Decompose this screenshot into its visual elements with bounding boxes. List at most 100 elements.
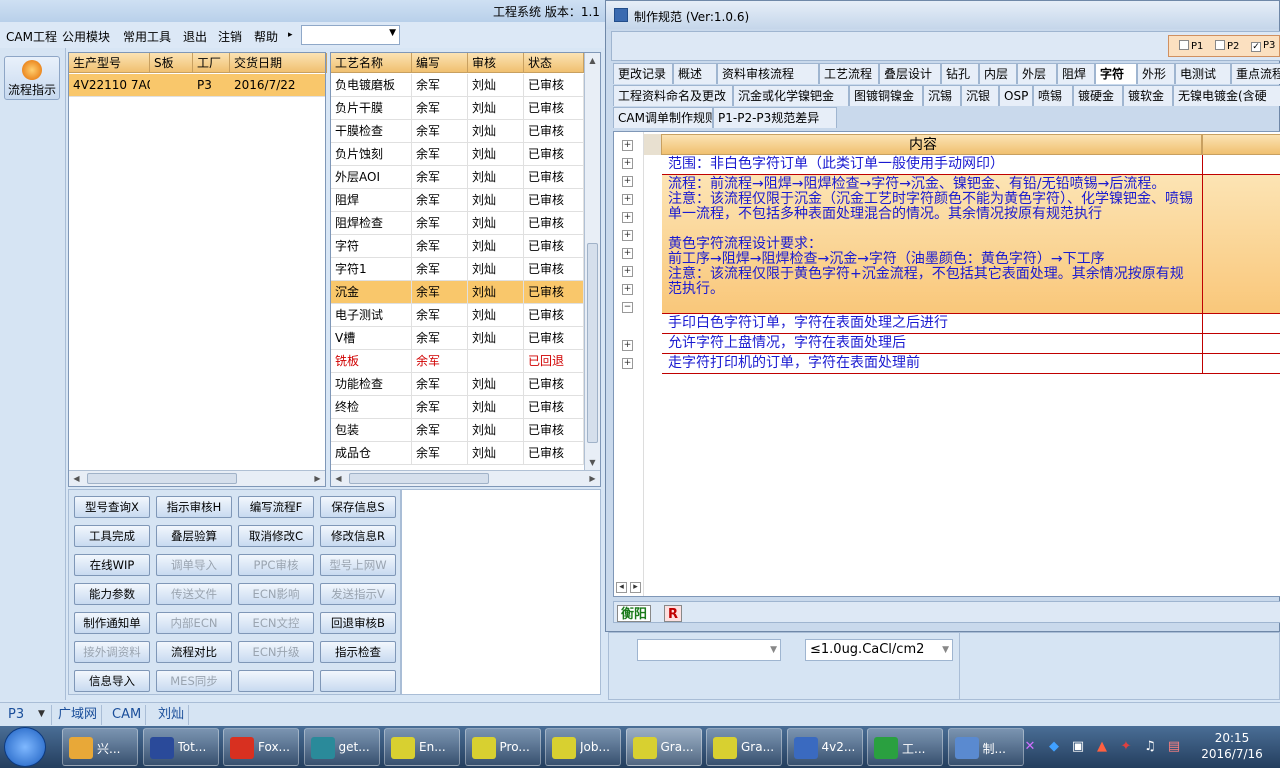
action-button[interactable]: 指示检查: [320, 641, 396, 663]
p-tab-p3[interactable]: ✓ P3: [1251, 40, 1275, 52]
scroll-left-icon[interactable]: ◀: [331, 471, 346, 486]
dialog-tab[interactable]: 阻焊: [1057, 63, 1095, 84]
action-button[interactable]: ECN影响: [238, 583, 314, 605]
table-row[interactable]: 铣板 余军 已回退: [331, 350, 584, 373]
scroll-thumb[interactable]: [87, 473, 237, 484]
taskbar-item[interactable]: 工...: [867, 728, 943, 766]
taskbar-item[interactable]: get...: [303, 728, 380, 766]
flow-indicator-button[interactable]: 流程指示: [4, 56, 60, 100]
action-button[interactable]: 工具完成: [74, 525, 150, 547]
table-row[interactable]: 沉金 余军 刘灿 已审核: [331, 281, 584, 304]
menu-cam[interactable]: CAM工程: [6, 28, 57, 45]
scroll-thumb[interactable]: [587, 243, 598, 443]
dialog-tab[interactable]: 概述: [673, 63, 717, 84]
action-button[interactable]: 在线WIP: [74, 554, 150, 576]
table-row[interactable]: 成品仓 余军 刘灿 已审核: [331, 442, 584, 465]
menu-combo[interactable]: ▼: [301, 25, 400, 45]
table-row[interactable]: 电子测试 余军 刘灿 已审核: [331, 304, 584, 327]
expand-icon[interactable]: +: [622, 194, 633, 205]
action-button[interactable]: 型号上网W: [320, 554, 396, 576]
expand-icon[interactable]: +: [622, 212, 633, 223]
expand-icon[interactable]: +: [622, 230, 633, 241]
action-button[interactable]: [238, 670, 314, 692]
content-row[interactable]: 允许字符上盘情况，字符在表面处理后: [662, 334, 1202, 354]
dialog-tab[interactable]: 镀硬金: [1073, 85, 1123, 106]
behind-combo-2[interactable]: ≤1.0ug.CaCl/cm2 ▼: [805, 639, 953, 661]
content-row[interactable]: 走字符打印机的订单，字符在表面处理前: [662, 354, 1202, 374]
checkbox-icon[interactable]: [1179, 40, 1189, 50]
table-row[interactable]: 阻焊 余军 刘灿 已审核: [331, 189, 584, 212]
dialog-tab[interactable]: 字符: [1095, 63, 1137, 84]
checkbox-icon[interactable]: ✓: [1251, 42, 1261, 52]
dialog-tab[interactable]: 更改记录: [613, 63, 673, 84]
action-button[interactable]: [320, 670, 396, 692]
scroll-right-icon[interactable]: ▶: [585, 471, 600, 486]
dialog-tab[interactable]: 钻孔: [941, 63, 979, 84]
dialog-tab[interactable]: 无镍电镀金(含硬: [1173, 85, 1280, 106]
dialog-tab[interactable]: 沉锡: [923, 85, 961, 106]
dialog-tab[interactable]: 外层: [1017, 63, 1057, 84]
scroll-right-icon[interactable]: ▸: [630, 582, 641, 593]
expand-icon[interactable]: +: [622, 284, 633, 295]
content-row[interactable]: 范围：非白色字符订单（此类订单一般使用手动网印）: [662, 155, 1202, 175]
table-row[interactable]: 包装 余军 刘灿 已审核: [331, 419, 584, 442]
taskbar-item[interactable]: 兴...: [62, 728, 138, 766]
dialog-tab[interactable]: 镀软金: [1123, 85, 1173, 106]
action-button[interactable]: 接外调资料: [74, 641, 150, 663]
action-button[interactable]: 修改信息R: [320, 525, 396, 547]
col-s-board[interactable]: S板: [150, 53, 193, 73]
taskbar-item[interactable]: Pro...: [464, 728, 541, 766]
content-header[interactable]: 内容: [644, 134, 1202, 155]
action-button[interactable]: 保存信息S: [320, 496, 396, 518]
dialog-tab[interactable]: 重点流程: [1231, 63, 1280, 84]
col-factory[interactable]: 工厂: [193, 53, 230, 73]
p-tab-p2[interactable]: P2: [1215, 40, 1239, 52]
taskbar-item[interactable]: En...: [384, 728, 460, 766]
table-row[interactable]: 功能检查 余军 刘灿 已审核: [331, 373, 584, 396]
content-row[interactable]: 手印白色字符订单，字符在表面处理之后进行: [662, 314, 1202, 334]
p-tab-p1[interactable]: P1: [1179, 40, 1203, 52]
tray-device-icon[interactable]: ▣: [1070, 739, 1086, 755]
collapse-icon[interactable]: −: [622, 302, 633, 313]
dialog-tab[interactable]: 工艺流程: [819, 63, 879, 84]
job-grid-hscrollbar[interactable]: ◀ ▶: [69, 470, 325, 486]
expand-icon[interactable]: +: [622, 266, 633, 277]
scroll-left-icon[interactable]: ◀: [69, 471, 84, 486]
start-button[interactable]: [4, 727, 46, 767]
table-row[interactable]: 4V22110 7A0 P3 2016/7/22: [69, 74, 325, 97]
dialog-tab[interactable]: OSP: [999, 85, 1033, 106]
taskbar-item[interactable]: Gra...: [706, 728, 782, 766]
action-button[interactable]: 能力参数: [74, 583, 150, 605]
scroll-right-icon[interactable]: ▶: [310, 471, 325, 486]
dialog-tab[interactable]: 电测试: [1175, 63, 1231, 84]
col-model[interactable]: 生产型号: [69, 53, 150, 73]
table-row[interactable]: 负片蚀刻 余军 刘灿 已审核: [331, 143, 584, 166]
dialog-tab[interactable]: 沉银: [961, 85, 999, 106]
col-process-name[interactable]: 工艺名称: [331, 53, 412, 73]
checkbox-icon[interactable]: [1215, 40, 1225, 50]
scroll-left-icon[interactable]: ◂: [616, 582, 627, 593]
menu-help[interactable]: 帮助: [254, 28, 278, 45]
menu-exit[interactable]: 退出: [183, 28, 207, 45]
dialog-tab[interactable]: P1-P2-P3规范差异: [713, 107, 837, 128]
action-button[interactable]: 叠层验算: [156, 525, 232, 547]
action-button[interactable]: 编写流程F: [238, 496, 314, 518]
dialog-tab[interactable]: 叠层设计: [879, 63, 941, 84]
expand-icon[interactable]: +: [622, 358, 633, 369]
chevron-down-icon[interactable]: ▼: [38, 709, 45, 719]
dialog-tab[interactable]: 外形: [1137, 63, 1175, 84]
action-button[interactable]: 型号查询X: [74, 496, 150, 518]
scroll-up-icon[interactable]: ▲: [585, 53, 600, 68]
expand-icon[interactable]: +: [622, 158, 633, 169]
tray-warning-icon[interactable]: ✦: [1118, 739, 1134, 755]
action-button[interactable]: 流程对比: [156, 641, 232, 663]
dialog-tab[interactable]: 喷锡: [1033, 85, 1073, 106]
table-row[interactable]: 干膜检查 余军 刘灿 已审核: [331, 120, 584, 143]
action-button[interactable]: 信息导入: [74, 670, 150, 692]
scroll-thumb[interactable]: [349, 473, 489, 484]
scroll-down-icon[interactable]: ▼: [585, 455, 600, 470]
action-button[interactable]: 制作通知单: [74, 612, 150, 634]
action-button[interactable]: 取消修改C: [238, 525, 314, 547]
taskbar-item[interactable]: Gra...: [625, 728, 702, 766]
expand-icon[interactable]: +: [622, 340, 633, 351]
